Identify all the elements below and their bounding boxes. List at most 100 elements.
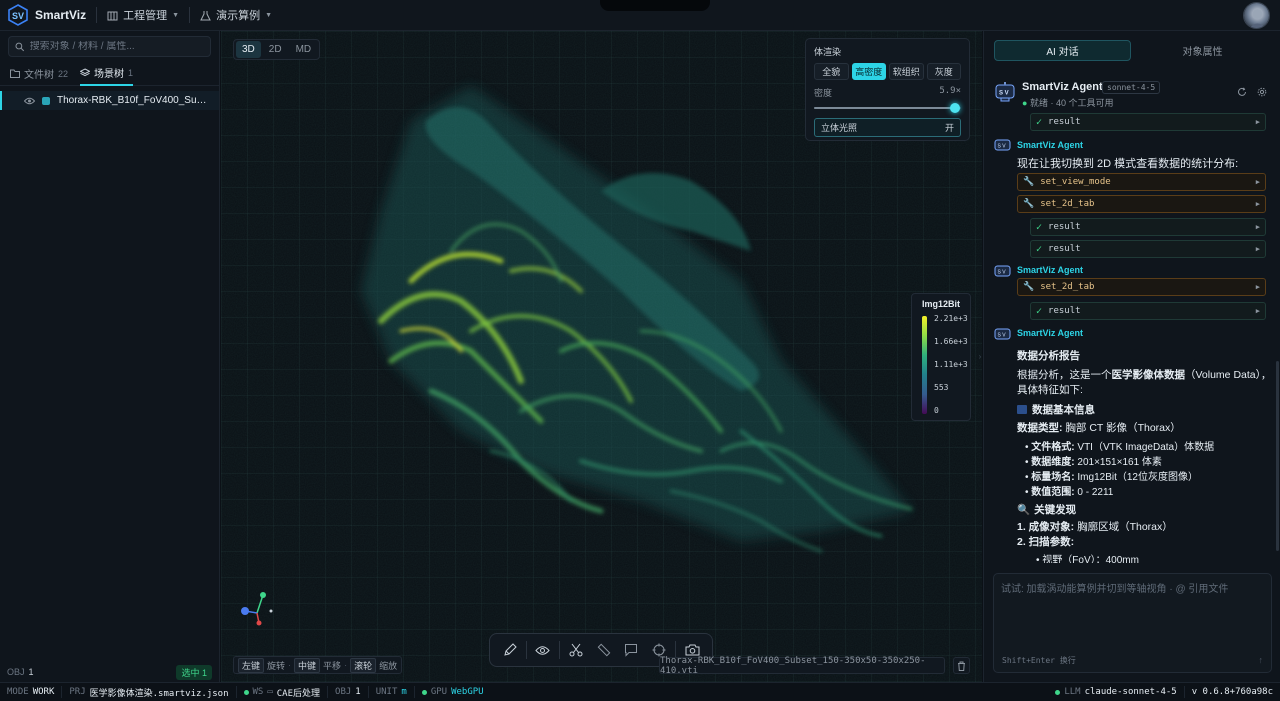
search-input[interactable]	[29, 41, 204, 52]
field-label: 文件格式:	[1031, 442, 1075, 453]
preset-group: 全貌 高密度 软组织 灰度	[814, 63, 961, 80]
tab-scene-tree[interactable]: 场景树 1	[80, 62, 134, 86]
expand-arrow-icon: ▶	[1255, 307, 1260, 315]
wrench-icon: 🔧	[1023, 282, 1035, 292]
slider-knob[interactable]	[950, 103, 961, 113]
preset-overview[interactable]: 全貌	[814, 63, 849, 80]
chat-input[interactable]	[1001, 580, 1265, 640]
wrench-icon: 🔧	[1023, 199, 1035, 209]
send-button[interactable]: ↑	[1259, 655, 1264, 665]
tool-result[interactable]: ✓ result ▶	[1030, 218, 1266, 236]
refresh-icon[interactable]	[1237, 87, 1247, 97]
tool-result[interactable]: ✓ result ▶	[1030, 302, 1266, 320]
view-mode-md[interactable]: MD	[290, 41, 318, 58]
colorbar-tick: 553	[934, 383, 949, 392]
status-label: PRJ	[69, 687, 86, 697]
colorbar-tick: 1.11e+3	[934, 360, 968, 369]
field-value: 胸廓区域（Thorax）	[1077, 521, 1173, 533]
visibility-tool[interactable]	[529, 636, 557, 664]
measure-tool[interactable]	[590, 636, 618, 664]
colorbar-legend: Img12Bit 2.21e+3 1.66e+3 1.11e+3 553 0	[911, 293, 971, 421]
left-footer: OBJ 1 选中 1	[0, 662, 219, 682]
left-panel: 文件树 22 场景树 1 Thorax-RBK_B10f_FoV400_Subs…	[0, 31, 220, 682]
search-box[interactable]	[8, 36, 211, 57]
selected-badge: 选中 1	[176, 664, 212, 680]
camera-icon	[685, 644, 700, 656]
status-label: UNIT	[375, 687, 398, 697]
brand[interactable]: SV SmartViz	[7, 4, 86, 26]
chat-scrollbar[interactable]	[1276, 361, 1279, 551]
section-title: 关键发现	[1034, 504, 1077, 516]
folder-icon: ▭	[267, 687, 273, 697]
svg-text:SV: SV	[12, 11, 24, 21]
clip-tool[interactable]	[562, 636, 590, 664]
volume-object-icon	[42, 96, 50, 105]
agent-name: SmartViz Agent	[1022, 81, 1103, 93]
view-mode-3d[interactable]: 3D	[236, 41, 261, 58]
smartviz-logo-icon: SV	[8, 4, 28, 26]
report-text: 根据分析，这是一个	[1017, 369, 1112, 381]
report-text-bold: 医学影像体数据	[1111, 369, 1186, 381]
search-icon	[15, 42, 25, 51]
tab-object-properties[interactable]: 对象属性	[1135, 40, 1270, 61]
view-mode-switch: 3D 2D MD	[233, 39, 321, 60]
tool-result[interactable]: ✓ result ▶	[1030, 240, 1266, 258]
tool-result[interactable]: ✓ result ▶	[1030, 113, 1266, 131]
report-paragraph-cont: 具体特征如下:	[1017, 384, 1083, 396]
user-avatar[interactable]	[1243, 2, 1270, 29]
density-slider[interactable]	[814, 101, 961, 115]
section-findings: 🔍 关键发现	[1017, 502, 1076, 517]
preset-grayscale[interactable]: 灰度	[926, 63, 961, 80]
field-label: 数值范围:	[1031, 487, 1075, 498]
left-tabs: 文件树 22 场景树 1	[0, 62, 219, 86]
lighting-toggle[interactable]: 立体光照 开	[814, 118, 961, 137]
view-mode-2d[interactable]: 2D	[263, 41, 288, 58]
expand-arrow-icon: ▶	[1255, 245, 1260, 253]
field-label: 数据类型:	[1017, 422, 1063, 434]
tab-ai-chat[interactable]: AI 对话	[994, 40, 1131, 61]
chat-log[interactable]: ✓ result ▶ S V SmartViz Agent 现在让我切换到 2D 模…	[984, 111, 1280, 563]
hint-key: 中键	[294, 657, 321, 673]
status-obj: OBJ 1	[328, 686, 369, 698]
examples-menu[interactable]: 演示算例 ▼	[200, 7, 272, 23]
preset-soft-tissue[interactable]: 软组织	[889, 63, 924, 80]
tool-call[interactable]: 🔧 set_view_mode ▶	[1017, 173, 1266, 191]
trash-icon	[958, 661, 965, 671]
delete-button[interactable]	[953, 657, 970, 674]
tab-count: 22	[58, 68, 69, 79]
status-value: WORK	[32, 687, 55, 697]
tool-call[interactable]: 🔧 set_2d_tab ▶	[1017, 195, 1266, 213]
comment-tool[interactable]	[617, 636, 645, 664]
agent-status: ● 就绪 · 40 个工具可用	[1022, 96, 1114, 109]
status-tools: · 40 个工具可用	[1050, 98, 1114, 108]
density-label: 密度	[814, 88, 833, 98]
svg-text:S V: S V	[998, 333, 1007, 339]
hint-action: 平移	[323, 660, 342, 671]
3d-viewport[interactable]: 3D 2D MD 体渲染 全貌 高密度 软组织 灰度 密度 5.9× 立体光照 …	[221, 31, 982, 682]
list-item: • 视野（FoV）：400mm	[1036, 551, 1139, 563]
annotate-tool[interactable]	[496, 636, 524, 664]
status-gpu: GPU WebGPU	[415, 686, 491, 698]
status-dot-icon	[243, 689, 249, 695]
field-label: 2. 扫描参数:	[1017, 536, 1075, 548]
status-value: 医学影像体渲染.smartviz.json	[89, 688, 229, 699]
flask-icon	[200, 10, 211, 20]
tab-file-tree[interactable]: 文件树 22	[10, 62, 68, 86]
colorbar-tick: 2.21e+3	[934, 314, 968, 323]
finding-item: 1. 成像对象: 胸廓区域（Thorax）	[1017, 519, 1173, 534]
field-value: 0 - 2211	[1077, 487, 1114, 498]
version-label: v 0.6.8+760a98c	[1191, 687, 1273, 697]
scene-tree-item[interactable]: Thorax-RBK_B10f_FoV400_Subs...	[0, 91, 219, 110]
status-project: PRJ 医学影像体渲染.smartviz.json	[62, 686, 237, 699]
project-menu[interactable]: 工程管理 ▼	[107, 7, 179, 23]
obj-count-label: OBJ	[7, 667, 25, 677]
tool-call[interactable]: 🔧 set_2d_tab ▶	[1017, 278, 1266, 296]
settings-gear-icon[interactable]	[1257, 87, 1267, 97]
eye-icon[interactable]	[24, 97, 35, 105]
orientation-axes-icon	[241, 592, 273, 626]
agent-label: SmartViz Agent	[1017, 265, 1084, 275]
section-title: 数据基本信息	[1032, 404, 1095, 416]
preset-high-density[interactable]: 高密度	[851, 63, 886, 80]
status-value: m	[401, 687, 407, 697]
status-label: WS	[252, 687, 264, 697]
